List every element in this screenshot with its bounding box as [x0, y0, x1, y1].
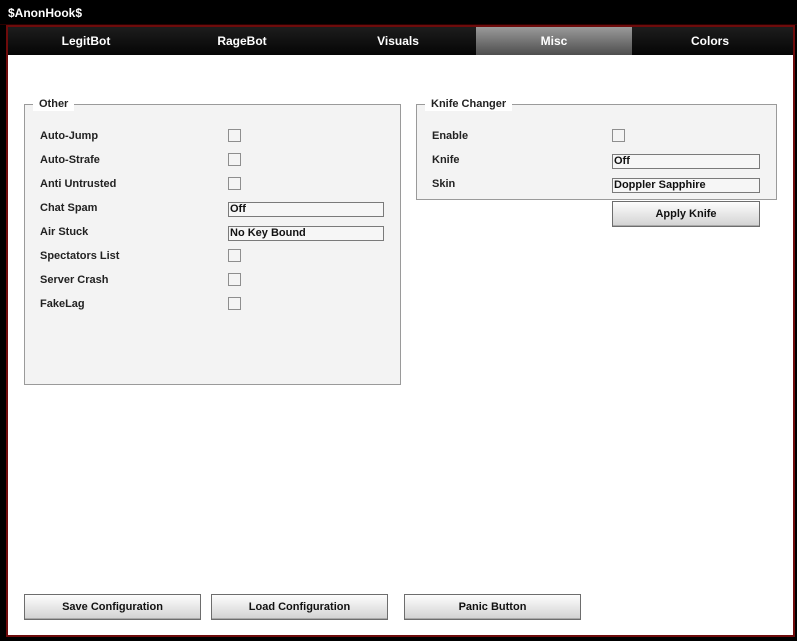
tab-visuals[interactable]: Visuals	[320, 27, 476, 55]
other-groupbox: Other Auto-Jump Auto-Strafe Anti Untrust…	[24, 98, 401, 385]
server-crash-label: Server Crash	[40, 274, 109, 286]
knife-enable-label: Enable	[432, 130, 469, 142]
save-configuration-button[interactable]: Save Configuration	[24, 594, 201, 620]
load-configuration-button[interactable]: Load Configuration	[211, 594, 388, 620]
fakelag-checkbox[interactable]	[228, 297, 241, 310]
knife-dropdown[interactable]: Off	[612, 154, 760, 169]
anti-untrusted-checkbox[interactable]	[228, 177, 241, 190]
auto-strafe-checkbox[interactable]	[228, 153, 241, 166]
knife-label: Knife	[432, 154, 460, 166]
main-window: LegitBot RageBot Visuals Misc Colors Oth…	[6, 25, 795, 637]
auto-jump-label: Auto-Jump	[40, 130, 99, 142]
tab-bar: LegitBot RageBot Visuals Misc Colors	[8, 27, 793, 55]
spectators-list-checkbox[interactable]	[228, 249, 241, 262]
skin-dropdown[interactable]: Doppler Sapphire	[612, 178, 760, 193]
knife-changer-groupbox-title: Knife Changer	[425, 98, 513, 111]
auto-jump-checkbox[interactable]	[228, 129, 241, 142]
spectators-list-label: Spectators List	[40, 250, 120, 262]
other-groupbox-title: Other	[33, 98, 75, 111]
title-bar: $AnonHook$	[0, 0, 797, 25]
air-stuck-label: Air Stuck	[40, 226, 89, 238]
panic-button[interactable]: Panic Button	[404, 594, 581, 620]
air-stuck-keybind[interactable]: No Key Bound	[228, 226, 384, 241]
apply-knife-button[interactable]: Apply Knife	[612, 201, 760, 227]
tab-misc[interactable]: Misc	[476, 27, 632, 55]
chat-spam-label: Chat Spam	[40, 202, 98, 214]
tab-colors[interactable]: Colors	[632, 27, 788, 55]
chat-spam-dropdown[interactable]: Off	[228, 202, 384, 217]
knife-enable-checkbox[interactable]	[612, 129, 625, 142]
tab-ragebot[interactable]: RageBot	[164, 27, 320, 55]
auto-strafe-label: Auto-Strafe	[40, 154, 100, 166]
knife-changer-groupbox: Knife Changer Enable Knife Off Skin Dopp…	[416, 98, 777, 200]
anti-untrusted-label: Anti Untrusted	[40, 178, 117, 190]
skin-label: Skin	[432, 178, 456, 190]
server-crash-checkbox[interactable]	[228, 273, 241, 286]
tab-legitbot[interactable]: LegitBot	[8, 27, 164, 55]
window-title: $AnonHook$	[8, 6, 83, 20]
fakelag-label: FakeLag	[40, 298, 85, 310]
